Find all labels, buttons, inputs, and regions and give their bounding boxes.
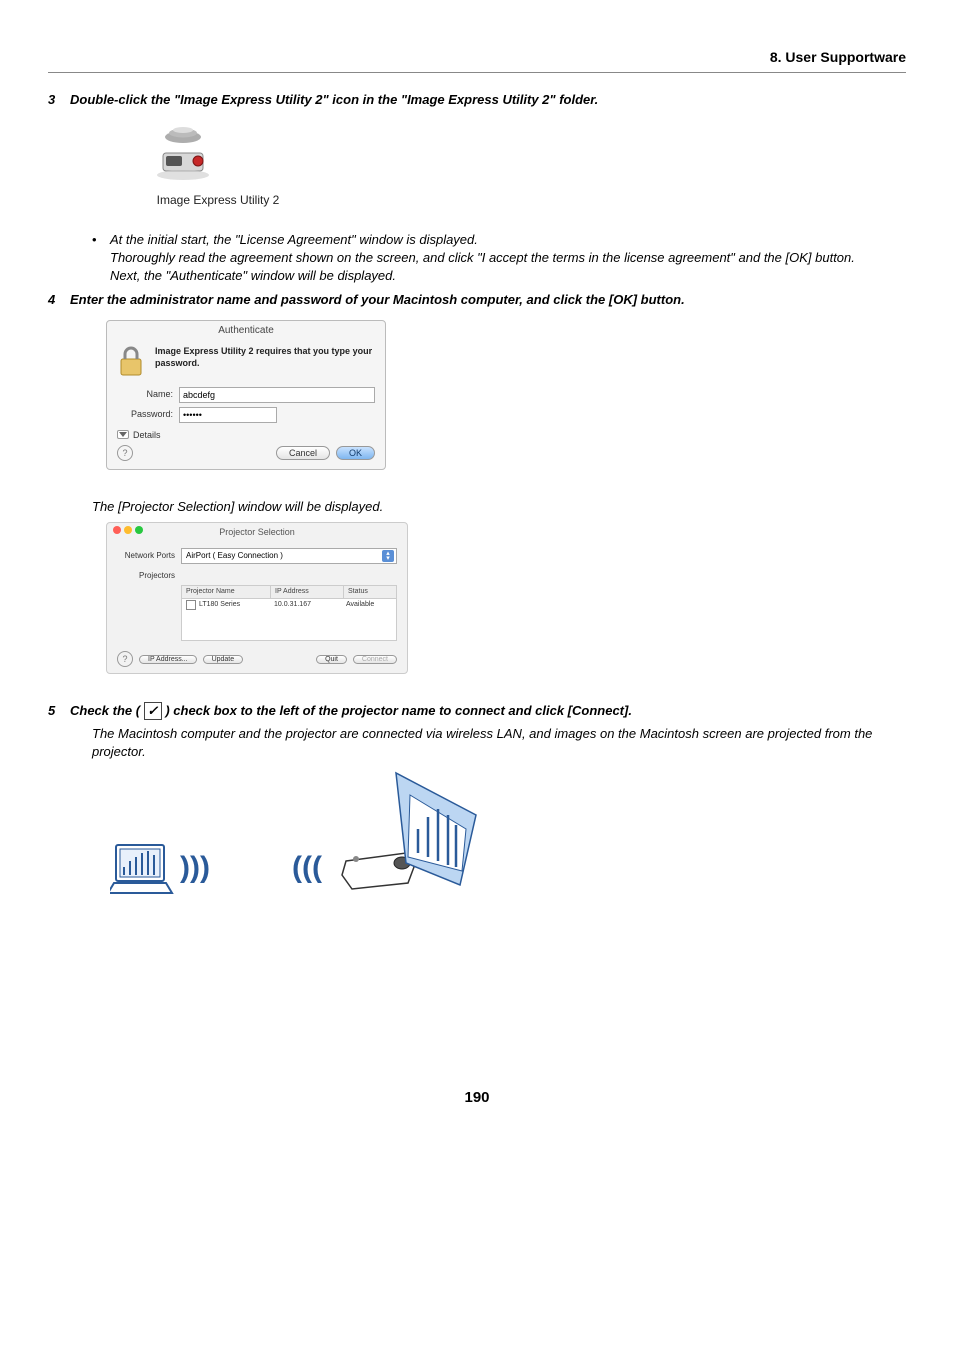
step-3-body-1: Thoroughly read the agreement shown on t… [110, 249, 900, 267]
step-3-bullet-text: At the initial start, the "License Agree… [110, 231, 906, 249]
network-ports-value: AirPort ( Easy Connection ) [186, 550, 283, 561]
step-5-body: The Macintosh computer and the projector… [92, 725, 900, 761]
authenticate-message: Image Express Utility 2 requires that yo… [155, 345, 375, 370]
connection-illustration: ))) ((( [110, 767, 906, 907]
projector-ip-cell: 10.0.31.167 [270, 599, 342, 611]
step-5-number: 5 [48, 702, 70, 720]
lock-icon [117, 345, 145, 379]
details-label: Details [133, 429, 161, 442]
projectors-label: Projectors [117, 568, 181, 581]
projector-wireless-icon: ((( [290, 767, 480, 907]
image-express-utility-icon [148, 123, 218, 183]
projector-selection-title: Projector Selection [219, 527, 295, 537]
bullet-dot-icon: • [92, 231, 110, 249]
col-status: Status [344, 586, 396, 598]
network-ports-label: Network Ports [117, 550, 181, 561]
update-button[interactable]: Update [203, 655, 244, 664]
table-header: Projector Name IP Address Status [182, 586, 396, 599]
quit-button[interactable]: Quit [316, 655, 347, 664]
app-icon-block: Image Express Utility 2 [148, 123, 906, 209]
step-4-text: Enter the administrator name and passwor… [70, 291, 906, 309]
ip-address-button[interactable]: IP Address... [139, 655, 197, 664]
window-controls[interactable] [113, 526, 143, 534]
step-3: 3 Double-click the "Image Express Utilit… [48, 91, 906, 109]
step-3-bullet: • At the initial start, the "License Agr… [92, 231, 906, 249]
connect-button[interactable]: Connect [353, 655, 397, 664]
step-4-number: 4 [48, 291, 70, 309]
projector-name-cell: LT180 Series [199, 600, 240, 610]
section-header: 8. User Supportware [48, 48, 906, 73]
help-icon[interactable]: ? [117, 651, 133, 667]
svg-text:(((: ((( [292, 851, 322, 884]
table-row[interactable]: LT180 Series 10.0.31.167 Available [182, 599, 396, 611]
projectors-table[interactable]: Projector Name IP Address Status LT180 S… [181, 585, 397, 641]
name-field[interactable] [179, 387, 375, 403]
projector-checkbox[interactable] [186, 600, 196, 610]
step-5-text: Check the ( ✓ ) check box to the left of… [70, 702, 906, 721]
step-3-text: Double-click the "Image Express Utility … [70, 91, 906, 109]
details-disclosure[interactable]: Details [107, 425, 385, 444]
projector-selection-dialog: Projector Selection Network Ports AirPor… [106, 522, 408, 674]
select-arrows-icon: ▴▾ [382, 550, 394, 562]
close-icon[interactable] [113, 526, 121, 534]
laptop-wireless-icon: ))) [110, 827, 220, 907]
page-number: 190 [48, 1087, 906, 1108]
col-ip-address: IP Address [271, 586, 344, 598]
network-ports-select[interactable]: AirPort ( Easy Connection ) ▴▾ [181, 548, 397, 564]
col-projector-name: Projector Name [182, 586, 271, 598]
step-3-number: 3 [48, 91, 70, 109]
app-icon-caption: Image Express Utility 2 [148, 192, 288, 209]
authenticate-title: Authenticate [107, 321, 385, 341]
step-4-after-text: The [Projector Selection] window will be… [92, 498, 900, 516]
cancel-button[interactable]: Cancel [276, 446, 330, 460]
step-3-body-2: Next, the "Authenticate" window will be … [110, 267, 900, 285]
step-4: 4 Enter the administrator name and passw… [48, 291, 906, 309]
name-label: Name: [117, 388, 179, 401]
minimize-icon[interactable] [124, 526, 132, 534]
checkmark-icon: ✓ [144, 702, 162, 720]
projector-status-cell: Available [342, 599, 396, 611]
authenticate-dialog: Authenticate Image Express Utility 2 req… [106, 320, 386, 471]
zoom-icon[interactable] [135, 526, 143, 534]
ok-button[interactable]: OK [336, 446, 375, 460]
help-icon[interactable]: ? [117, 445, 133, 461]
password-field[interactable] [179, 407, 277, 423]
triangle-down-icon [119, 432, 127, 437]
password-label: Password: [117, 408, 179, 421]
step-5: 5 Check the ( ✓ ) check box to the left … [48, 702, 906, 721]
svg-text:))): ))) [180, 851, 210, 884]
